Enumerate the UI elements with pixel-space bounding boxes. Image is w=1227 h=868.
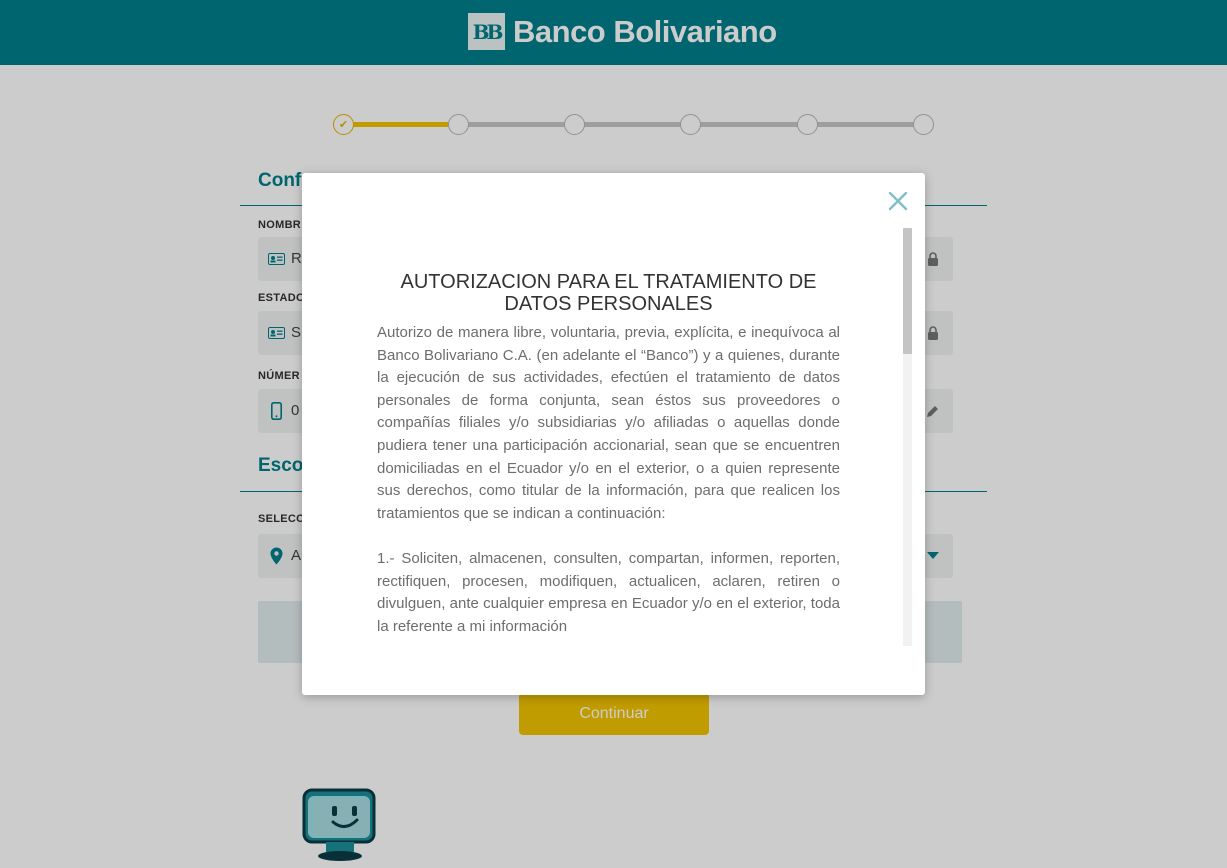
consent-paragraph-2: 1.- Soliciten, almacenen, consulten, com… xyxy=(377,549,840,635)
scrollbar-thumb[interactable] xyxy=(903,228,912,354)
modal-scroll-area[interactable]: AUTORIZACION PARA EL TRATAMIENTO DE DATO… xyxy=(302,228,902,646)
consent-modal: AUTORIZACION PARA EL TRATAMIENTO DE DATO… xyxy=(302,173,925,695)
consent-paragraph-1: Autorizo de manera libre, voluntaria, pr… xyxy=(377,324,840,522)
consent-text: Autorizo de manera libre, voluntaria, pr… xyxy=(377,322,840,646)
modal-title: AUTORIZACION PARA EL TRATAMIENTO DE DATO… xyxy=(400,271,817,315)
modal-scrollbar[interactable] xyxy=(903,228,912,646)
close-icon[interactable] xyxy=(887,190,909,212)
